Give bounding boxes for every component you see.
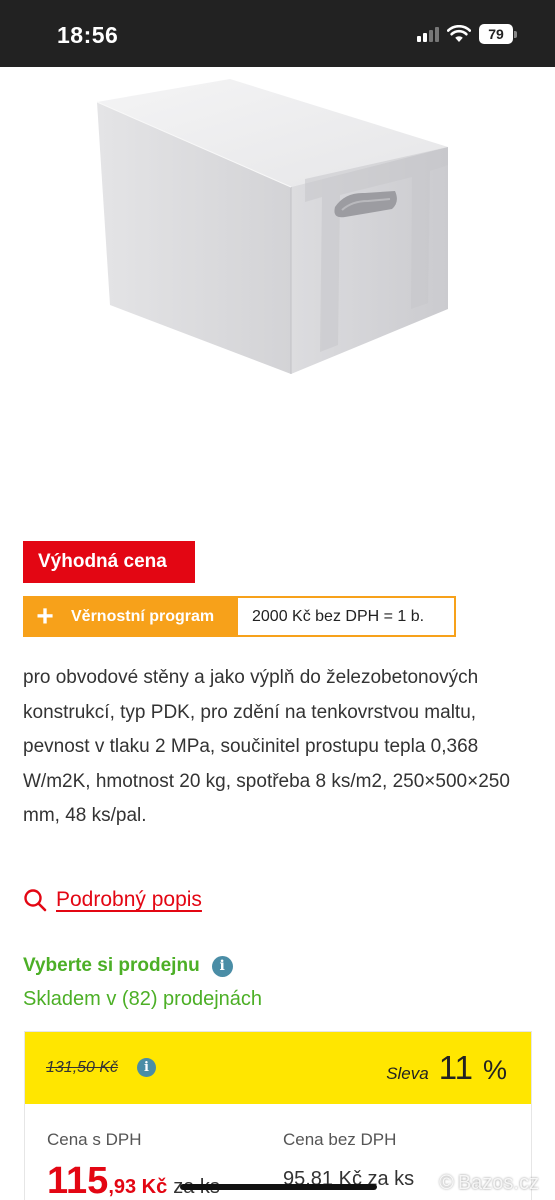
old-price-info-icon[interactable]: i [137, 1058, 156, 1077]
loyalty-program-value: 2000 Kč bez DPH = 1 b. [238, 596, 456, 637]
price-without-vat-label: Cena bez DPH [283, 1130, 397, 1149]
signal-icon [417, 26, 439, 42]
plus-icon: + [36, 600, 54, 633]
loyalty-program-label-box: + Věrnostní program [23, 596, 238, 637]
store-select-label: Vyberte si prodejnu [23, 955, 200, 976]
status-bar: 18:56 79 [0, 0, 555, 67]
info-icon[interactable]: i [211, 955, 233, 977]
aerated-concrete-block-image [96, 79, 448, 374]
home-indicator[interactable] [180, 1184, 377, 1190]
deal-badge: Výhodná cena [23, 541, 195, 583]
status-icons: 79 [417, 24, 517, 44]
price-with-vat-integer: 115 [47, 1160, 109, 1200]
search-icon [24, 889, 47, 912]
watermark: © Bazos.cz [439, 1172, 539, 1195]
detailed-description-link[interactable]: Podrobný popis [23, 888, 202, 912]
loyalty-program-label: Věrnostní program [71, 607, 215, 625]
battery-icon: 79 [479, 24, 517, 44]
loyalty-program[interactable]: + Věrnostní program 2000 Kč bez DPH = 1 … [23, 596, 456, 637]
price-with-vat: 115 ,93 Kč za ks [47, 1160, 220, 1200]
product-description: pro obvodové stěny a jako výplň do želez… [23, 667, 510, 826]
store-stock-status[interactable]: Skladem v (82) prodejnách [23, 988, 262, 1011]
discount-label: Sleva [386, 1064, 429, 1083]
price-with-vat-label: Cena s DPH [47, 1130, 142, 1149]
store-select-title[interactable]: Vyberte si prodejnu i [23, 955, 233, 977]
discount-value: 11 [438, 1049, 473, 1086]
battery-level: 79 [479, 24, 513, 44]
discount-percent: % [482, 1055, 507, 1085]
wifi-icon [447, 25, 471, 42]
product-image [0, 67, 555, 507]
status-time: 18:56 [57, 22, 119, 48]
detailed-description-label: Podrobný popis [56, 888, 202, 911]
watermark-logo-icon: © [439, 1172, 454, 1194]
discount: Sleva 11 % [386, 1049, 507, 1087]
old-price: 131,50 Kč [46, 1059, 119, 1076]
watermark-text: Bazos.cz [457, 1172, 539, 1194]
price-discount-bar: 131,50 Kč i Sleva 11 % [25, 1032, 531, 1104]
price-with-vat-decimal: ,93 Kč [108, 1176, 168, 1198]
